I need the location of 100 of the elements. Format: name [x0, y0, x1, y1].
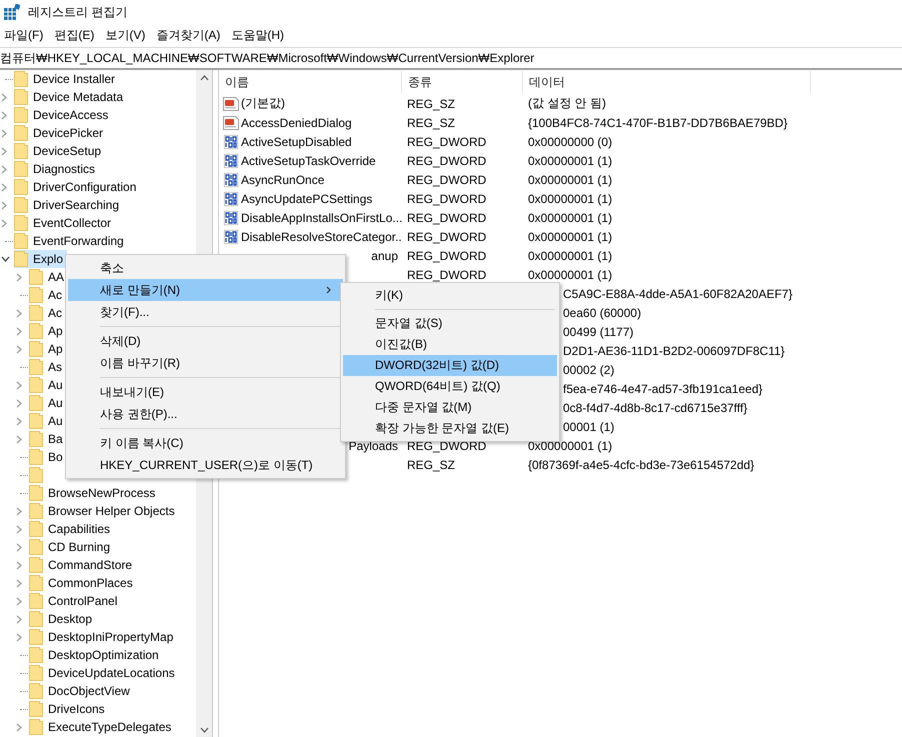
- tree-item[interactable]: Ba: [29, 430, 67, 448]
- tree-item[interactable]: DeviceAccess: [14, 106, 112, 124]
- tree-item[interactable]: Au: [29, 376, 67, 394]
- tree-item[interactable]: DocObjectView: [29, 682, 134, 700]
- context-menu-item[interactable]: 축소: [68, 257, 343, 279]
- expand-chevron-icon[interactable]: [16, 272, 22, 282]
- tree-item[interactable]: CommonPlaces: [29, 574, 137, 592]
- expand-chevron-icon[interactable]: [1, 146, 7, 156]
- submenu-item[interactable]: QWORD(64비트) 값(Q): [343, 376, 557, 397]
- submenu-item[interactable]: 문자열 값(S): [343, 313, 557, 334]
- scroll-down-icon[interactable]: [200, 727, 208, 733]
- address-bar[interactable]: 컴퓨터₩HKEY_LOCAL_MACHINE₩SOFTWARE₩Microsoft₩Windows₩CurrentVersion₩Explorer: [0, 47, 902, 70]
- tree-item[interactable]: EventForwarding: [14, 232, 128, 250]
- tree-item[interactable]: ControlPanel: [29, 592, 122, 610]
- tree-item[interactable]: DesktopOptimization: [29, 646, 163, 664]
- expand-chevron-icon[interactable]: [1, 200, 7, 210]
- expand-chevron-icon[interactable]: [16, 326, 22, 336]
- tree-item[interactable]: Ap: [29, 340, 67, 358]
- expand-chevron-icon[interactable]: [16, 542, 22, 552]
- tree-item[interactable]: Ap: [29, 322, 67, 340]
- menu-item[interactable]: 보기(V): [101, 26, 152, 44]
- expand-chevron-icon[interactable]: [16, 434, 22, 444]
- value-name[interactable]: ActiveSetupTaskOverride: [241, 154, 376, 168]
- context-menu-item[interactable]: 이름 바꾸기(R): [68, 352, 343, 374]
- expand-chevron-icon[interactable]: [16, 344, 22, 354]
- value-name[interactable]: (기본값): [241, 95, 285, 112]
- menu-item[interactable]: 편집(E): [50, 26, 102, 44]
- expand-chevron-icon[interactable]: [16, 380, 22, 390]
- expand-chevron-icon[interactable]: [16, 614, 22, 624]
- expand-chevron-icon[interactable]: [16, 416, 22, 426]
- expand-chevron-icon[interactable]: [16, 308, 22, 318]
- value-name[interactable]: Payloads: [348, 438, 398, 452]
- expand-chevron-icon[interactable]: [16, 398, 22, 408]
- expand-chevron-icon[interactable]: [1, 182, 7, 192]
- expand-chevron-icon[interactable]: [16, 596, 22, 606]
- value-name[interactable]: AccessDeniedDialog: [241, 116, 352, 130]
- tree-item[interactable]: Browser Helper Objects: [29, 502, 179, 520]
- context-menu-item[interactable]: 삭제(D): [68, 330, 343, 352]
- tree-item[interactable]: CommandStore: [29, 556, 136, 574]
- tree-item[interactable]: DriveIcons: [29, 700, 109, 718]
- menu-item[interactable]: 파일(F): [0, 26, 50, 44]
- tree-item[interactable]: AA: [29, 268, 68, 286]
- menu-item[interactable]: 즐겨찾기(A): [152, 26, 228, 44]
- tree-item[interactable]: DevicePicker: [14, 124, 108, 142]
- value-name[interactable]: anup: [371, 248, 398, 262]
- tree-item[interactable]: ExecuteTypeDelegates: [29, 718, 176, 736]
- context-menu-item[interactable]: 찾기(F)...: [68, 301, 343, 323]
- value-name[interactable]: AsyncRunOnce: [241, 172, 324, 186]
- tree-item[interactable]: DriverSearching: [14, 196, 124, 214]
- tree-item[interactable]: Device Metadata: [14, 88, 128, 106]
- expand-chevron-icon[interactable]: [1, 92, 7, 102]
- submenu-item[interactable]: 확장 가능한 문자열 값(E): [343, 418, 557, 439]
- expand-chevron-icon[interactable]: [16, 506, 22, 516]
- tree-item[interactable]: Ac: [29, 304, 66, 322]
- tree-item[interactable]: DriverConfiguration: [14, 178, 140, 196]
- value-name[interactable]: DisableResolveStoreCategor...: [241, 230, 402, 244]
- expand-chevron-icon[interactable]: [1, 164, 7, 174]
- column-header[interactable]: 이름: [219, 71, 402, 93]
- value-name[interactable]: AsyncUpdatePCSettings: [241, 192, 372, 206]
- expand-chevron-icon[interactable]: [16, 722, 22, 732]
- context-menu-item[interactable]: 새로 만들기(N): [68, 279, 343, 301]
- context-menu-item[interactable]: 내보내기(E): [68, 381, 343, 403]
- context-menu-item[interactable]: 키 이름 복사(C): [68, 432, 343, 454]
- tree-item[interactable]: Au: [29, 394, 67, 412]
- collapse-chevron-icon[interactable]: [1, 256, 10, 262]
- tree-item[interactable]: DeviceSetup: [14, 142, 106, 160]
- tree-item[interactable]: CD Burning: [29, 538, 114, 556]
- expand-chevron-icon[interactable]: [1, 110, 7, 120]
- column-header[interactable]: 종류: [402, 71, 523, 93]
- folder-icon: [29, 305, 43, 321]
- submenu-item[interactable]: 키(K): [343, 285, 557, 306]
- submenu-item[interactable]: 다중 문자열 값(M): [343, 397, 557, 418]
- expand-chevron-icon[interactable]: [16, 632, 22, 642]
- tree-item[interactable]: Diagnostics: [14, 160, 100, 178]
- value-name[interactable]: ActiveSetupDisabled: [241, 134, 352, 148]
- submenu-item[interactable]: DWORD(32비트) 값(D): [343, 355, 557, 376]
- tree-item[interactable]: BrowseNewProcess: [29, 484, 160, 502]
- expand-chevron-icon[interactable]: [16, 524, 22, 534]
- value-name[interactable]: DisableAppInstallsOnFirstLo...: [241, 210, 402, 224]
- tree-item[interactable]: Desktop: [29, 610, 96, 628]
- submenu-item[interactable]: 이진값(B): [343, 334, 557, 355]
- expand-chevron-icon[interactable]: [16, 578, 22, 588]
- tree-item[interactable]: As: [29, 358, 66, 376]
- tree-item[interactable]: DesktopIniPropertyMap: [29, 628, 178, 646]
- tree-item[interactable]: EventCollector: [14, 214, 116, 232]
- tree-item[interactable]: Device Installer: [14, 70, 120, 88]
- menu-item[interactable]: 도움말(H): [227, 26, 291, 44]
- tree-item[interactable]: Ac: [29, 286, 66, 304]
- tree-item[interactable]: Au: [29, 412, 67, 430]
- context-menu-item[interactable]: 사용 권한(P)...: [68, 403, 343, 425]
- expand-chevron-icon[interactable]: [16, 560, 22, 570]
- scroll-up-icon[interactable]: [200, 75, 208, 81]
- tree-item[interactable]: Explo: [14, 250, 68, 268]
- tree-item[interactable]: Bo: [29, 448, 67, 466]
- tree-item[interactable]: Capabilities: [29, 520, 114, 538]
- column-header[interactable]: 데이터: [523, 71, 811, 93]
- expand-chevron-icon[interactable]: [1, 218, 7, 228]
- tree-item[interactable]: DeviceUpdateLocations: [29, 664, 179, 682]
- expand-chevron-icon[interactable]: [1, 128, 7, 138]
- context-menu-item[interactable]: HKEY_CURRENT_USER(으)로 이동(T): [68, 454, 343, 476]
